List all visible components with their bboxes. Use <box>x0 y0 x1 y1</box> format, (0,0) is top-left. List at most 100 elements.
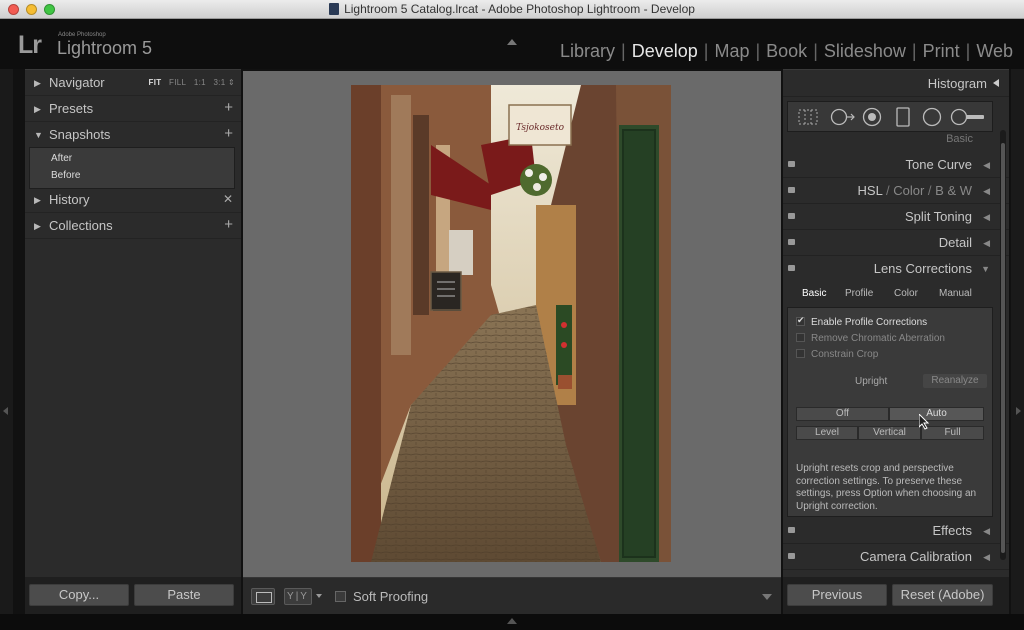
enable-profile-label: Enable Profile Corrections <box>811 317 928 328</box>
red-eye-correction-icon[interactable] <box>862 107 882 127</box>
add-collection-icon[interactable]: + <box>224 216 233 233</box>
left-panel-footer: Copy... Paste <box>25 577 241 614</box>
lens-tab-profile[interactable]: Profile <box>845 288 873 299</box>
navigator-header[interactable]: ▶ Navigator FIT FILL 1:1 3:1 ⇕ <box>25 70 241 96</box>
left-panel-edge[interactable] <box>0 69 13 614</box>
color-tab[interactable]: Color <box>893 183 924 198</box>
panel-switch-icon[interactable] <box>788 187 795 193</box>
hsl-header[interactable]: HSL / Color / B & W ◀ <box>783 178 1009 204</box>
radial-filter-icon[interactable] <box>922 107 942 127</box>
spot-removal-icon[interactable] <box>830 108 856 126</box>
split-toning-header[interactable]: Split Toning ◀ <box>783 204 1009 230</box>
collapse-top-panel-icon[interactable] <box>507 39 517 45</box>
expand-triangle-icon: ◀ <box>983 526 990 536</box>
copy-settings-button[interactable]: Copy... <box>29 584 129 606</box>
soft-proofing-checkbox[interactable] <box>335 591 346 602</box>
graduated-filter-icon[interactable] <box>896 107 910 127</box>
module-print[interactable]: Print <box>923 41 960 61</box>
expand-filmstrip-icon[interactable] <box>507 618 517 624</box>
navigator-zoom-options[interactable]: FIT FILL 1:1 3:1 ⇕ <box>149 78 235 87</box>
detail-header[interactable]: Detail ◀ <box>783 230 1009 256</box>
expand-triangle-icon: ◀ <box>983 238 990 248</box>
snapshot-after[interactable]: After <box>51 153 72 164</box>
reset-button[interactable]: Reset (Adobe) <box>892 584 993 606</box>
constrain-crop-row[interactable]: Constrain Crop <box>796 349 878 360</box>
snapshot-before[interactable]: Before <box>51 170 80 181</box>
effects-header[interactable]: Effects ◀ <box>783 518 1009 544</box>
close-window-button[interactable] <box>8 4 19 15</box>
lens-tab-basic[interactable]: Basic <box>802 288 826 299</box>
right-panel-edge[interactable] <box>1011 69 1024 614</box>
history-label: History <box>49 192 90 207</box>
right-panel-scroll-thumb[interactable] <box>1001 143 1005 553</box>
lens-corrections-label: Lens Corrections <box>873 261 972 276</box>
upright-off-button[interactable]: Off <box>796 407 889 421</box>
snapshots-header[interactable]: ▼ Snapshots + <box>25 122 241 148</box>
zoom-window-button[interactable] <box>44 4 55 15</box>
enable-profile-checkbox[interactable] <box>796 315 805 326</box>
expand-triangle-icon: ◀ <box>983 186 990 196</box>
expand-triangle-icon <box>993 79 999 87</box>
constrain-crop-label: Constrain Crop <box>811 349 879 360</box>
toolbar-content-menu-icon[interactable] <box>762 594 772 600</box>
zoom-fit-option[interactable]: FIT <box>149 78 162 87</box>
panel-switch-icon[interactable] <box>788 265 795 271</box>
upright-vertical-button[interactable]: Vertical <box>858 426 921 440</box>
add-snapshot-icon[interactable]: + <box>224 125 233 142</box>
lens-corrections-tabs: Basic Profile Color Manual <box>787 283 993 305</box>
remove-ca-checkbox[interactable] <box>796 333 805 342</box>
lens-tab-manual[interactable]: Manual <box>939 288 972 299</box>
before-after-dropdown-icon[interactable] <box>316 594 322 598</box>
paste-settings-button[interactable]: Paste <box>134 584 234 606</box>
upright-full-button[interactable]: Full <box>921 426 984 440</box>
module-library[interactable]: Library <box>560 41 615 61</box>
loupe-view-button[interactable] <box>251 588 275 605</box>
remove-ca-row[interactable]: Remove Chromatic Aberration <box>796 333 945 344</box>
upright-auto-button[interactable]: Auto <box>889 407 984 421</box>
collections-header[interactable]: ▶ Collections + <box>25 213 241 239</box>
presets-header[interactable]: ▶ Presets + <box>25 96 241 122</box>
tone-curve-header[interactable]: Tone Curve ◀ <box>783 152 1009 178</box>
panel-switch-icon[interactable] <box>788 239 795 245</box>
histogram-header[interactable]: Histogram <box>783 70 1009 97</box>
crop-overlay-icon[interactable] <box>798 109 818 125</box>
constrain-crop-checkbox[interactable] <box>796 349 805 358</box>
panel-switch-icon[interactable] <box>788 527 795 533</box>
lens-tab-color[interactable]: Color <box>894 288 918 299</box>
module-book[interactable]: Book <box>766 41 807 61</box>
camera-calibration-header[interactable]: Camera Calibration ◀ <box>783 544 1009 570</box>
panel-switch-icon[interactable] <box>788 161 795 167</box>
lens-corrections-header[interactable]: Lens Corrections ▼ <box>783 256 1009 282</box>
before-after-view-button[interactable]: Y|Y <box>284 588 312 605</box>
module-picker: Library | Develop | Map | Book | Slideshow | Print… <box>560 41 1013 61</box>
reanalyze-button[interactable]: Reanalyze <box>923 374 987 388</box>
bw-tab[interactable]: B & W <box>935 183 972 198</box>
zoom-1-1-option[interactable]: 1:1 <box>194 78 206 87</box>
identity-plate-header: Lr Adobe Photoshop Lightroom 5 Library | D… <box>0 19 1024 69</box>
detail-label: Detail <box>938 235 972 250</box>
enable-profile-row[interactable]: Enable Profile Corrections <box>796 315 928 328</box>
module-web[interactable]: Web <box>976 41 1013 61</box>
right-panel-footer: Previous Reset (Adobe) <box>783 577 1009 614</box>
panel-switch-icon[interactable] <box>788 553 795 559</box>
panel-switch-icon[interactable] <box>788 213 795 219</box>
clear-history-icon[interactable]: ✕ <box>223 192 233 206</box>
history-header[interactable]: ▶ History ✕ <box>25 187 241 213</box>
zoom-3-1-option[interactable]: 3:1 <box>213 78 225 87</box>
image-canvas[interactable]: Tsjokoseto <box>243 71 781 577</box>
filmstrip-edge[interactable] <box>0 614 1024 630</box>
collapse-left-panel-icon[interactable] <box>3 407 8 415</box>
module-slideshow[interactable]: Slideshow <box>824 41 906 61</box>
previous-button[interactable]: Previous <box>787 584 887 606</box>
module-map[interactable]: Map <box>714 41 749 61</box>
minimize-window-button[interactable] <box>26 4 37 15</box>
upright-label: Upright <box>855 376 888 387</box>
collapse-right-panel-icon[interactable] <box>1016 407 1021 415</box>
adjustment-brush-icon[interactable] <box>950 107 986 127</box>
hsl-tab[interactable]: HSL <box>858 183 883 198</box>
module-develop[interactable]: Develop <box>632 41 698 61</box>
add-preset-icon[interactable]: + <box>224 99 233 116</box>
zoom-fill-option[interactable]: FILL <box>169 78 186 87</box>
effects-label: Effects <box>932 523 972 538</box>
upright-level-button[interactable]: Level <box>796 426 858 440</box>
